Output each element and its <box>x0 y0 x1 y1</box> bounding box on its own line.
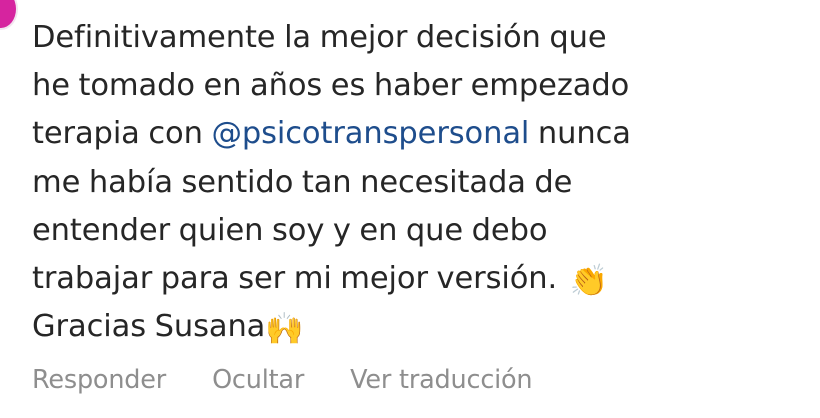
comment-line-text: terapia con <box>32 116 212 152</box>
comment-line: trabajar para ser mi mejor versión. 👏 <box>32 255 792 303</box>
comment-line: entender quien soy y en que debo <box>32 212 548 248</box>
comment-line: he tomado en años es haber empezado <box>32 68 630 104</box>
comment-line: terapia con @psicotranspersonal nunca <box>32 110 792 158</box>
raised-hands-icon: 🙌 <box>265 311 304 348</box>
comment-line: me había sentido tan necesitada de <box>32 164 573 200</box>
clapping-hands-icon: 👏 <box>569 263 609 300</box>
comment-line: Definitivamente la mejor decisión que <box>32 20 607 55</box>
comment-line: Gracias Susana🙌 <box>32 303 792 351</box>
comment-line-text: nunca <box>529 116 631 152</box>
comment-line-text: Gracias Susana <box>32 309 266 345</box>
comment-actions: Responder Ocultar Ver traducción <box>32 362 533 398</box>
reply-button[interactable]: Responder <box>32 362 166 398</box>
mention-link[interactable]: @psicotranspersonal <box>211 116 529 151</box>
avatar[interactable] <box>0 0 16 28</box>
comment-text: Definitivamente la mejor decisión que he… <box>32 14 792 351</box>
see-translation-button[interactable]: Ver traducción <box>350 362 532 398</box>
comment-line-text: trabajar para ser mi mejor versión. <box>32 261 566 297</box>
hide-button[interactable]: Ocultar <box>212 362 304 398</box>
